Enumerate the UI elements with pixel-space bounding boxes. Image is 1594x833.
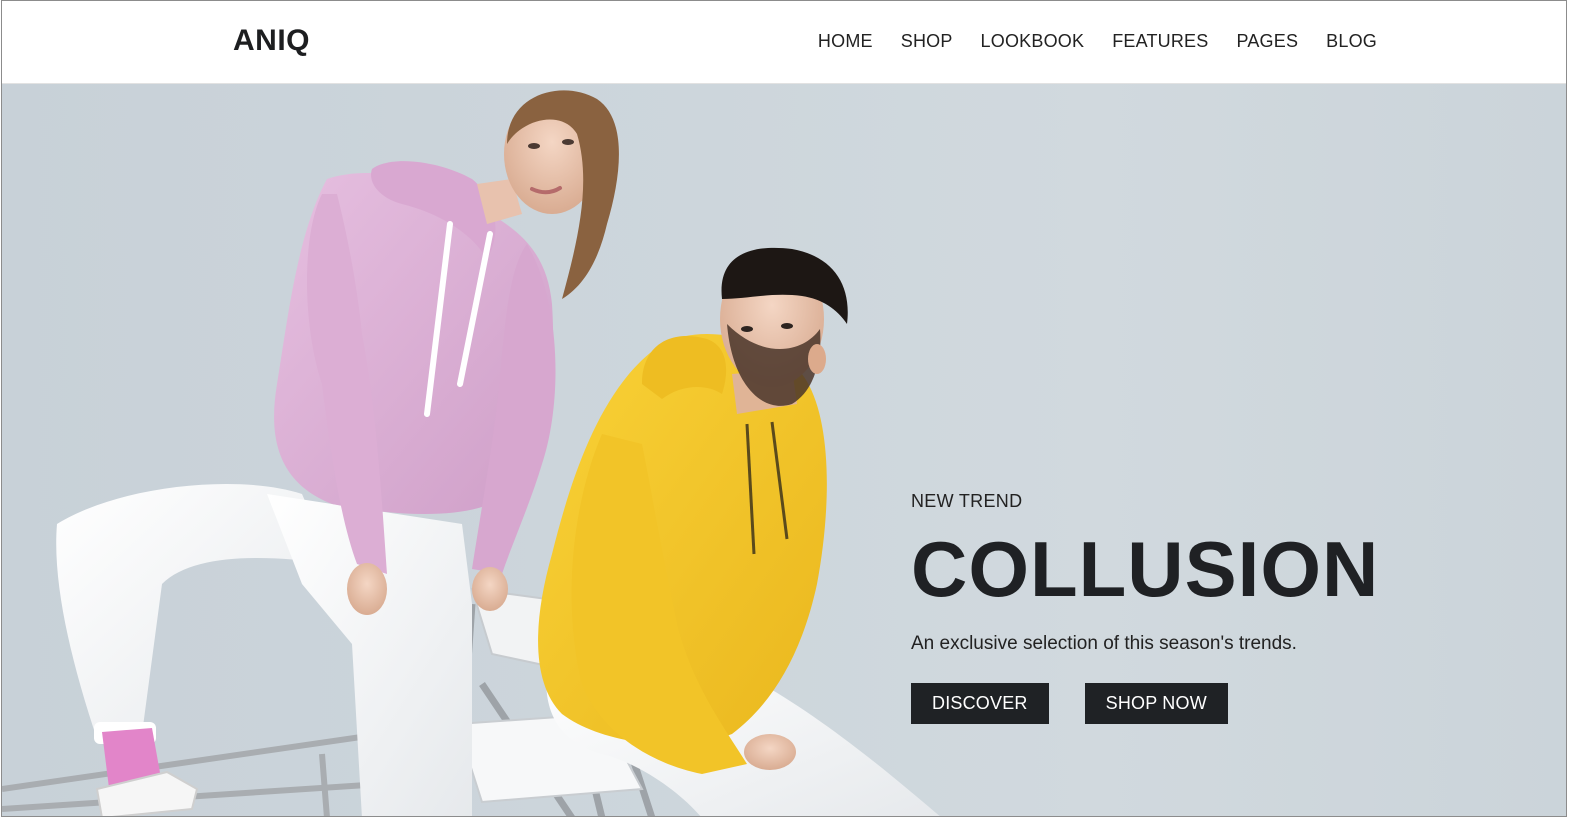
hero-subtitle: An exclusive selection of this season's … bbox=[911, 633, 1297, 654]
nav-item-lookbook[interactable]: LOOKBOOK bbox=[981, 29, 1085, 53]
hero-banner: NEW TREND COLLUSION An exclusive selecti… bbox=[2, 84, 1566, 816]
site-header: ANIQ HOME SHOP LOOKBOOK FEATURES PAGES B… bbox=[2, 1, 1566, 84]
nav-item-pages[interactable]: PAGES bbox=[1236, 29, 1298, 53]
hero-eyebrow: NEW TREND bbox=[911, 491, 1023, 511]
page-frame: ANIQ HOME SHOP LOOKBOOK FEATURES PAGES B… bbox=[1, 0, 1567, 817]
shop-now-button[interactable]: SHOP NOW bbox=[1084, 683, 1228, 724]
hero-actions: DISCOVER SHOP NOW bbox=[911, 683, 1379, 724]
nav-item-blog[interactable]: BLOG bbox=[1326, 29, 1377, 53]
hero-title: COLLUSION bbox=[911, 525, 1380, 613]
nav-item-home[interactable]: HOME bbox=[818, 29, 873, 53]
nav-item-shop[interactable]: SHOP bbox=[901, 29, 953, 53]
hero-photo bbox=[2, 90, 940, 816]
nav-item-features[interactable]: FEATURES bbox=[1112, 29, 1208, 53]
hero-content: NEW TREND COLLUSION An exclusive selecti… bbox=[911, 489, 1379, 724]
discover-button[interactable]: DISCOVER bbox=[911, 683, 1049, 724]
brand-logo[interactable]: ANIQ bbox=[233, 23, 310, 59]
main-nav: HOME SHOP LOOKBOOK FEATURES PAGES BLOG bbox=[818, 29, 1377, 53]
